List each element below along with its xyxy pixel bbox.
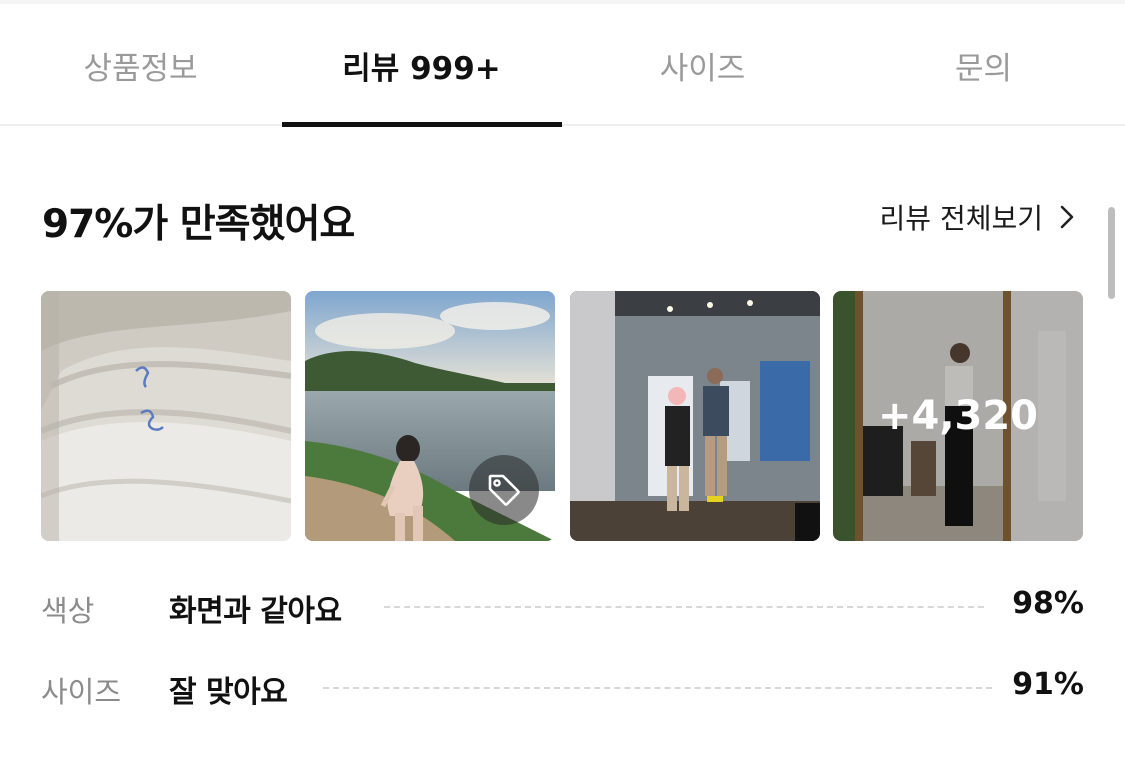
stat-row-size: 사이즈 잘 맞아요 91%: [41, 663, 1084, 713]
dotted-divider: [384, 606, 984, 608]
review-photo-fabric[interactable]: [41, 291, 291, 541]
stat-value: 화면과 같아요: [169, 594, 342, 629]
tag-icon: [488, 474, 520, 506]
see-all-reviews-link[interactable]: 리뷰 전체보기: [880, 197, 1077, 237]
review-photo-storefront[interactable]: [570, 291, 820, 541]
stat-percent: 91%: [1012, 667, 1084, 702]
review-photo-strip: +4,320: [41, 291, 1084, 541]
tab-inquiry[interactable]: 문의: [843, 4, 1124, 126]
review-photo-lakeside[interactable]: [305, 291, 555, 541]
storefront-photo-image: [570, 291, 820, 541]
more-photos-count: +4,320: [877, 393, 1039, 439]
dotted-divider: [323, 687, 992, 689]
chevron-right-icon: [1060, 205, 1074, 229]
tab-product-info[interactable]: 상품정보: [0, 4, 281, 126]
stat-percent: 98%: [1012, 586, 1084, 621]
product-tabs: 상품정보 리뷰 999+ 사이즈 문의: [0, 4, 1125, 127]
stat-value: 잘 맞아요: [169, 675, 288, 710]
stat-row-color: 색상 화면과 같아요 98%: [41, 582, 1084, 632]
stat-label: 색상: [41, 594, 95, 628]
active-tab-indicator: [282, 122, 562, 127]
satisfaction-title: 97%가 만족했어요: [42, 202, 355, 247]
stat-label: 사이즈: [41, 675, 122, 709]
review-photo-more[interactable]: +4,320: [833, 291, 1083, 541]
tab-size[interactable]: 사이즈: [562, 4, 843, 126]
scrollbar-thumb[interactable]: [1108, 207, 1115, 299]
see-all-reviews-label: 리뷰 전체보기: [879, 202, 1043, 235]
tab-reviews[interactable]: 리뷰 999+: [281, 4, 562, 126]
fabric-photo-image: [41, 291, 291, 541]
product-tag-button[interactable]: [469, 455, 539, 525]
